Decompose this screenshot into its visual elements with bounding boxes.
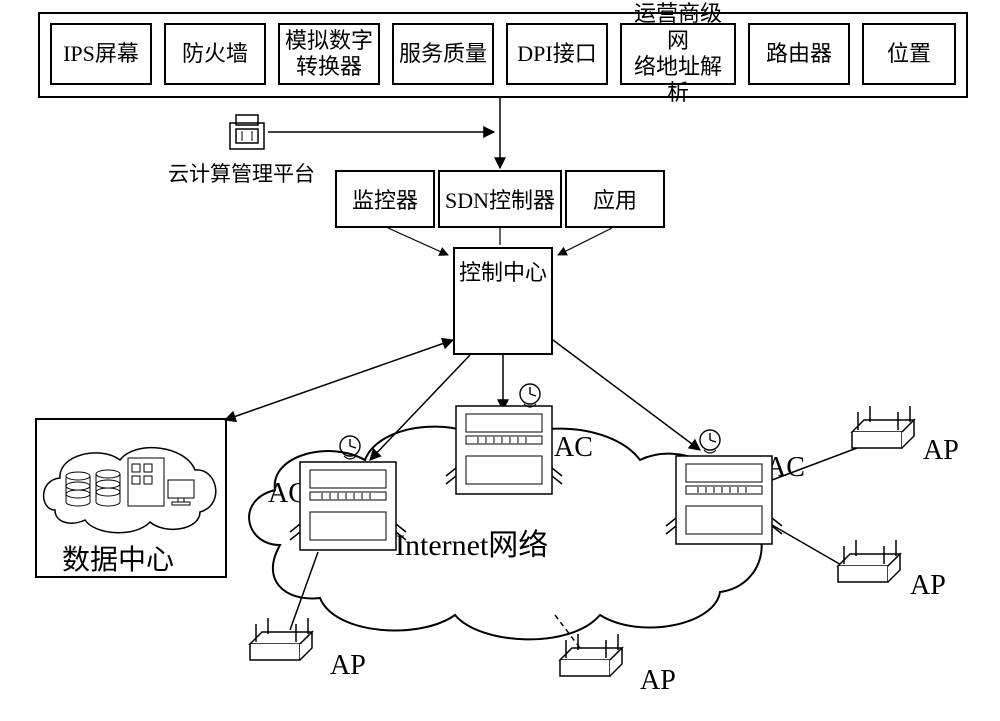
top-item-qos: 服务质量 xyxy=(392,23,494,85)
cloud-mgmt-label: 云计算管理平台 xyxy=(168,158,315,188)
clock-icon-2 xyxy=(520,384,540,407)
arrow-cc-to-ac1 xyxy=(370,355,470,460)
top-item-location: 位置 xyxy=(862,23,956,85)
top-item-adc: 模拟数字 转换器 xyxy=(278,23,380,85)
ap-device-2 xyxy=(560,634,622,676)
monitor-box: 监控器 xyxy=(335,170,435,228)
clock-icon-3 xyxy=(700,430,720,453)
internet-label: Internet网络 xyxy=(395,520,548,564)
line-cloud-ap2 xyxy=(555,615,580,648)
ac-label-2: AC xyxy=(554,432,593,464)
app-box: 应用 xyxy=(565,170,665,228)
arrow-monitor-to-cc xyxy=(388,228,448,255)
ap-label-3: AP xyxy=(910,570,946,602)
ap-device-3 xyxy=(838,540,900,582)
top-item-dpi: DPI接口 xyxy=(506,23,608,85)
sdn-box: SDN控制器 xyxy=(438,170,562,228)
top-item-router: 路由器 xyxy=(748,23,850,85)
ap-device-4 xyxy=(852,406,914,448)
data-plane-label-2: 数据平面 xyxy=(472,466,536,490)
top-item-ips: IPS屏幕 xyxy=(50,23,152,85)
ac-label-3: AC xyxy=(766,452,805,484)
arrow-cc-to-datacenter xyxy=(225,340,453,420)
data-plane-label-1: 数据平面 xyxy=(316,522,380,546)
ac-label-1: AC xyxy=(268,478,307,510)
data-plane-label-3: 数据平面 xyxy=(692,516,756,540)
ap-device-1 xyxy=(250,618,312,660)
ap-label-1: AP xyxy=(330,650,366,682)
ap-label-2: AP xyxy=(640,665,676,697)
clock-icon-1 xyxy=(340,436,360,459)
arrow-app-to-cc xyxy=(558,228,612,255)
cloud-mgmt-icon xyxy=(230,115,264,149)
line-ac3-ap3 xyxy=(772,525,850,570)
ap-label-4: AP xyxy=(923,435,959,467)
line-ac1-ap1 xyxy=(290,552,318,630)
data-center-label: 数据中心 xyxy=(62,538,174,578)
top-item-nat: 运营商级网 络地址解析 xyxy=(620,23,736,85)
control-center-box: 控制中心 xyxy=(453,247,553,355)
top-item-firewall: 防火墙 xyxy=(164,23,266,85)
